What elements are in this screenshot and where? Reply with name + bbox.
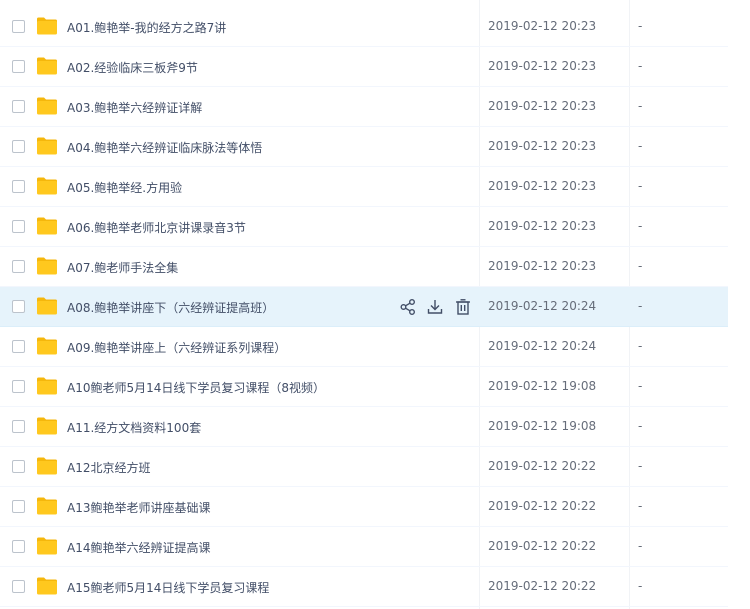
folder-icon[interactable] — [36, 57, 58, 75]
row-checkbox[interactable] — [12, 500, 25, 513]
folder-icon[interactable] — [36, 297, 58, 315]
folder-name-link[interactable]: A11.经方文档资料100套 — [67, 419, 201, 436]
share-icon[interactable] — [398, 297, 418, 317]
folder-icon[interactable] — [36, 177, 58, 195]
folder-icon[interactable] — [36, 417, 58, 435]
modified-time: 2019-02-12 20:22 — [488, 499, 597, 513]
modified-time: 2019-02-12 20:23 — [488, 19, 597, 33]
folder-icon[interactable] — [36, 577, 58, 595]
folder-icon[interactable] — [36, 17, 58, 35]
folder-icon[interactable] — [36, 217, 58, 235]
folder-name-link[interactable]: A07.鲍老师手法全集 — [67, 259, 178, 276]
folder-name-link[interactable]: A01.鲍艳举-我的经方之路7讲 — [67, 19, 226, 36]
file-size: - — [638, 459, 643, 473]
row-checkbox[interactable] — [12, 420, 25, 433]
folder-name-link[interactable]: A14鲍艳举六经辨证提高课 — [67, 539, 210, 556]
folder-icon[interactable] — [36, 97, 58, 115]
modified-time: 2019-02-12 20:22 — [488, 539, 597, 553]
file-row[interactable]: A14鲍艳举六经辨证提高课 2019-02-12 20:22 - — [0, 527, 728, 567]
row-checkbox[interactable] — [12, 20, 25, 33]
modified-time: 2019-02-12 20:23 — [488, 59, 597, 73]
modified-time: 2019-02-12 20:22 — [488, 459, 597, 473]
folder-name-link[interactable]: A05.鲍艳举经.方用验 — [67, 179, 182, 196]
file-row[interactable]: A01.鲍艳举-我的经方之路7讲 2019-02-12 20:23 - — [0, 7, 728, 47]
folder-name-link[interactable]: A09.鲍艳举讲座上（六经辨证系列课程） — [67, 339, 286, 356]
folder-icon[interactable] — [36, 257, 58, 275]
file-size: - — [638, 179, 643, 193]
row-checkbox[interactable] — [12, 460, 25, 473]
download-icon[interactable] — [425, 297, 445, 317]
folder-icon[interactable] — [36, 337, 58, 355]
row-checkbox[interactable] — [12, 220, 25, 233]
folder-name-link[interactable]: A02.经验临床三板斧9节 — [67, 59, 198, 76]
file-size: - — [638, 539, 643, 553]
folder-name-link[interactable]: A15鲍老师5月14日线下学员复习课程 — [67, 579, 269, 596]
row-checkbox[interactable] — [12, 140, 25, 153]
file-size: - — [638, 259, 643, 273]
file-size: - — [638, 339, 643, 353]
file-row[interactable]: A05.鲍艳举经.方用验 2019-02-12 20:23 - — [0, 167, 728, 207]
row-checkbox[interactable] — [12, 340, 25, 353]
file-row[interactable]: A08.鲍艳举讲座下（六经辨证提高班） 2019-02-12 20:24 - — [0, 287, 728, 327]
folder-name-link[interactable]: A03.鲍艳举六经辨证详解 — [67, 99, 202, 116]
modified-time: 2019-02-12 19:08 — [488, 379, 597, 393]
row-checkbox[interactable] — [12, 60, 25, 73]
delete-icon[interactable] — [453, 297, 473, 317]
modified-time: 2019-02-12 20:23 — [488, 99, 597, 113]
file-size: - — [638, 59, 643, 73]
row-checkbox[interactable] — [12, 260, 25, 273]
file-row[interactable]: A13鲍艳举老师讲座基础课 2019-02-12 20:22 - — [0, 487, 728, 527]
file-row[interactable]: A03.鲍艳举六经辨证详解 2019-02-12 20:23 - — [0, 87, 728, 127]
file-size: - — [638, 299, 643, 313]
modified-time: 2019-02-12 20:23 — [488, 179, 597, 193]
folder-name-link[interactable]: A12北京经方班 — [67, 459, 150, 476]
folder-name-link[interactable]: A06.鲍艳举老师北京讲课录音3节 — [67, 219, 246, 236]
modified-time: 2019-02-12 20:23 — [488, 219, 597, 233]
folder-icon[interactable] — [36, 457, 58, 475]
file-size: - — [638, 19, 643, 33]
folder-icon[interactable] — [36, 137, 58, 155]
row-checkbox[interactable] — [12, 580, 25, 593]
modified-time: 2019-02-12 19:08 — [488, 419, 597, 433]
file-row[interactable]: A04.鲍艳举六经辨证临床脉法等体悟 2019-02-12 20:23 - — [0, 127, 728, 167]
folder-icon[interactable] — [36, 537, 58, 555]
row-checkbox[interactable] — [12, 540, 25, 553]
modified-time: 2019-02-12 20:23 — [488, 259, 597, 273]
file-size: - — [638, 499, 643, 513]
folder-icon[interactable] — [36, 377, 58, 395]
file-row[interactable]: A10鲍老师5月14日线下学员复习课程（8视频） 2019-02-12 19:08… — [0, 367, 728, 407]
modified-time: 2019-02-12 20:24 — [488, 339, 597, 353]
row-checkbox[interactable] — [12, 380, 25, 393]
modified-time: 2019-02-12 20:23 — [488, 139, 597, 153]
file-size: - — [638, 379, 643, 393]
file-row[interactable]: A07.鲍老师手法全集 2019-02-12 20:23 - — [0, 247, 728, 287]
modified-time: 2019-02-12 20:22 — [488, 579, 597, 593]
file-size: - — [638, 579, 643, 593]
folder-name-link[interactable]: A10鲍老师5月14日线下学员复习课程（8视频） — [67, 379, 325, 396]
file-size: - — [638, 99, 643, 113]
folder-name-link[interactable]: A13鲍艳举老师讲座基础课 — [67, 499, 210, 516]
file-row[interactable]: A15鲍老师5月14日线下学员复习课程 2019-02-12 20:22 - — [0, 567, 728, 607]
file-row[interactable]: A09.鲍艳举讲座上（六经辨证系列课程） 2019-02-12 20:24 - — [0, 327, 728, 367]
modified-time: 2019-02-12 20:24 — [488, 299, 597, 313]
folder-icon[interactable] — [36, 497, 58, 515]
row-checkbox[interactable] — [12, 300, 25, 313]
file-size: - — [638, 139, 643, 153]
file-row[interactable]: A12北京经方班 2019-02-12 20:22 - — [0, 447, 728, 487]
file-row[interactable]: A11.经方文档资料100套 2019-02-12 19:08 - — [0, 407, 728, 447]
folder-name-link[interactable]: A04.鲍艳举六经辨证临床脉法等体悟 — [67, 139, 262, 156]
file-row[interactable]: A02.经验临床三板斧9节 2019-02-12 20:23 - — [0, 47, 728, 87]
file-list: A01.鲍艳举-我的经方之路7讲 2019-02-12 20:23- A02.经验临… — [0, 0, 750, 609]
file-row[interactable]: A06.鲍艳举老师北京讲课录音3节 2019-02-12 20:23 - — [0, 207, 728, 247]
row-checkbox[interactable] — [12, 180, 25, 193]
folder-name-link[interactable]: A08.鲍艳举讲座下（六经辨证提高班） — [67, 299, 274, 316]
file-size: - — [638, 219, 643, 233]
row-checkbox[interactable] — [12, 100, 25, 113]
file-size: - — [638, 419, 643, 433]
